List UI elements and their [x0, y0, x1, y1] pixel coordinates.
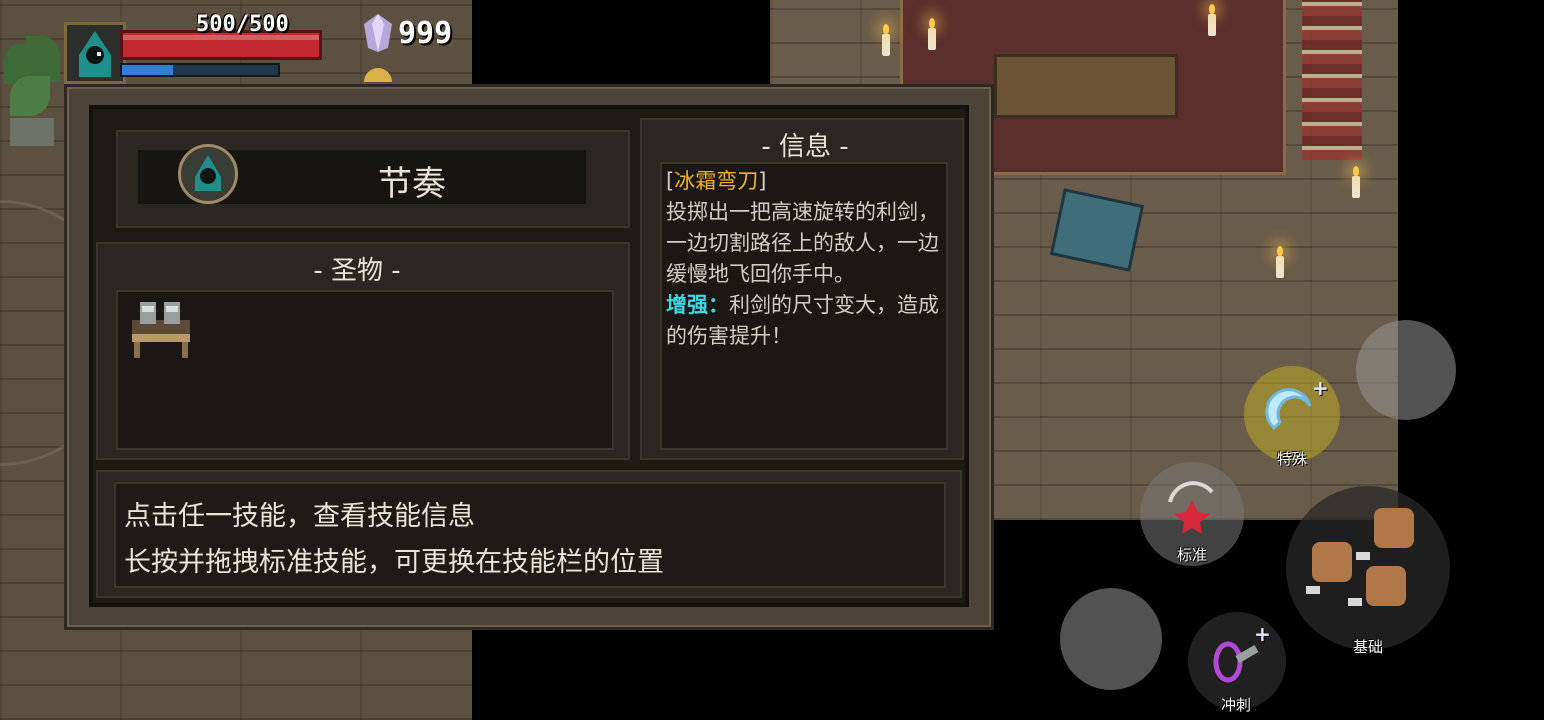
wooden-desk [994, 54, 1178, 118]
empty-skill-slot[interactable] [1356, 320, 1456, 420]
standard-skill-label: 标准 [1176, 546, 1207, 564]
skill-description: 投掷出一把高速旋转的利剑，一边切割路径上的敌人，一边缓慢地飞回你手中。 [666, 200, 939, 286]
hint-line-2: 长按并拖拽标准技能，可更换在技能栏的位置 [124, 547, 664, 578]
dash-skill-label: 冲刺 [1220, 696, 1251, 714]
hooded-wizard-portrait-icon [79, 31, 111, 77]
character-portrait[interactable] [178, 144, 238, 204]
character-name: 节奏 [378, 164, 446, 204]
fist-strike-icon [1306, 508, 1414, 606]
relic-heading: - 圣物 - [313, 256, 401, 286]
candle [1276, 246, 1284, 278]
skill-name: 冰霜弯刀 [674, 169, 759, 193]
bracket-open: [ [666, 169, 675, 193]
candle [1352, 166, 1360, 198]
candle [882, 24, 890, 56]
crystal-gem-icon [364, 14, 392, 52]
boost-label: 增强： [666, 293, 729, 317]
gem-count: 999 [398, 16, 453, 51]
upgrade-plus-icon: + [1254, 622, 1271, 646]
candle [928, 18, 936, 50]
relic-item-stand-icon[interactable] [130, 300, 192, 358]
bookshelf [1302, 0, 1362, 160]
basic-skill-button[interactable] [1286, 486, 1450, 650]
health-text: 500/500 [196, 12, 289, 37]
candle [1208, 4, 1216, 36]
movement-joystick[interactable] [1060, 588, 1162, 690]
upgrade-plus-icon: + [1312, 376, 1329, 400]
mana-bar [120, 63, 280, 77]
player-portrait [64, 22, 126, 84]
skill-info-text: [冰霜弯刀] 投掷出一把高速旋转的利剑，一边切割路径上的敌人，一边缓慢地飞回你手… [666, 166, 946, 352]
special-skill-label: 特殊 [1276, 450, 1307, 468]
hooded-wizard-icon [195, 155, 221, 191]
bracket-close: ] [758, 169, 767, 193]
basic-skill-label: 基础 [1352, 638, 1383, 656]
potted-plant [0, 36, 64, 146]
info-heading: - 信息 - [761, 132, 849, 162]
hint-line-1: 点击任一技能，查看技能信息 [124, 501, 475, 532]
